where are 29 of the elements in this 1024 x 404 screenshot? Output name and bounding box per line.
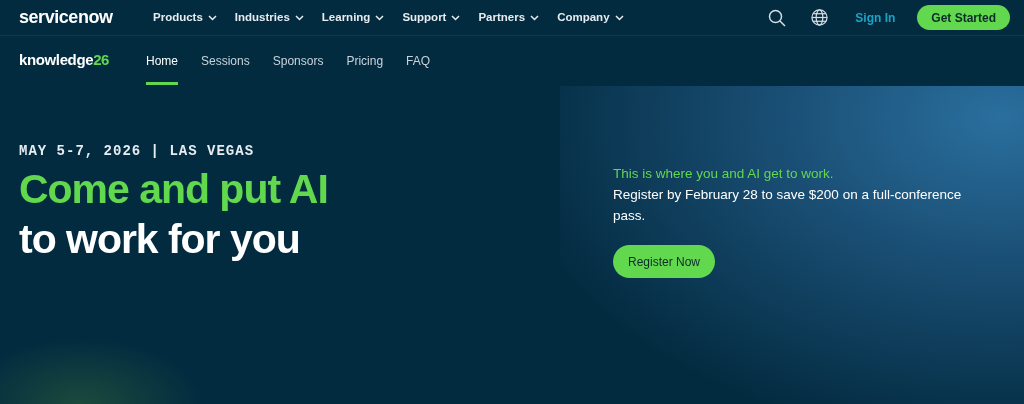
tagline: This is where you and AI get to work. xyxy=(613,165,835,183)
knowledge26-logo[interactable]: knowledge26 xyxy=(19,49,146,72)
chevron-down-icon xyxy=(451,14,461,21)
chevron-down-icon xyxy=(614,14,624,21)
nav-menu-item[interactable]: Support xyxy=(402,8,461,27)
chevron-down-icon xyxy=(294,14,304,21)
nav-menu-item[interactable]: Learning xyxy=(321,8,385,27)
register-now-button[interactable]: Register Now xyxy=(613,245,715,278)
globe-icon[interactable] xyxy=(811,9,829,26)
chevron-down-icon xyxy=(375,14,385,21)
get-started-button[interactable]: Get Started xyxy=(917,5,1010,30)
sign-in-link[interactable]: Sign In xyxy=(855,8,896,27)
headline-line: Come and put AI xyxy=(19,165,329,214)
nav-tab[interactable]: Sponsors xyxy=(272,36,324,85)
nav-menu-item[interactable]: Industries xyxy=(234,8,304,27)
headline-line: to work for you xyxy=(19,215,301,264)
nav-tab[interactable]: Home xyxy=(146,36,178,85)
chevron-down-icon xyxy=(207,14,217,21)
nav-menu-item[interactable]: Company xyxy=(557,8,624,27)
chevron-down-icon xyxy=(530,14,540,21)
nav-menu-item[interactable]: Partners xyxy=(478,8,540,27)
nav-tab[interactable]: FAQ xyxy=(406,36,431,85)
promo-text: Register by February 28 to save $200 on a full-conference pass. xyxy=(613,186,963,225)
nav-menu-item[interactable]: Products xyxy=(153,8,217,27)
servicenow-logo[interactable]: servicenow xyxy=(19,4,153,31)
nav-tab[interactable]: Pricing xyxy=(346,36,384,85)
search-icon[interactable] xyxy=(768,8,787,27)
nav-tab[interactable]: Sessions xyxy=(201,36,250,85)
event-date: MAY 5-7, 2026 | LAS VEGAS xyxy=(19,142,256,160)
